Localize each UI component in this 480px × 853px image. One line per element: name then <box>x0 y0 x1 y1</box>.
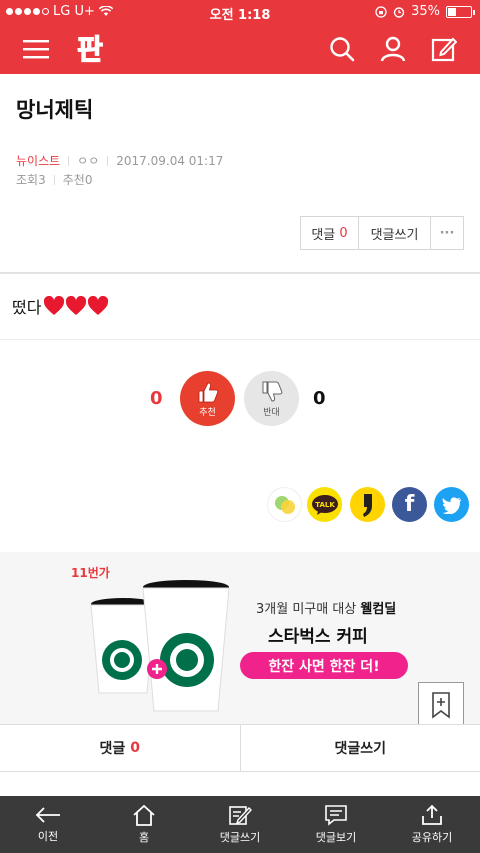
section-divider <box>0 272 480 274</box>
oppose-vote-count: 0 <box>313 388 326 409</box>
category-link[interactable]: 뉴이스트 <box>16 152 60 169</box>
oppose-button[interactable]: 반대 <box>244 371 299 426</box>
write-button[interactable] <box>428 33 460 65</box>
alarm-icon <box>393 6 405 18</box>
search-icon <box>330 37 355 62</box>
more-icon: ··· <box>439 225 455 241</box>
twitter-share-button[interactable] <box>434 487 469 522</box>
heart-icon <box>66 296 87 315</box>
home-button[interactable]: 홈 <box>96 796 192 853</box>
bookmark-add-icon <box>432 692 450 719</box>
oppose-label: 반대 <box>263 407 280 418</box>
app-header: 판 <box>0 24 480 74</box>
heart-emojis <box>43 296 109 316</box>
back-button[interactable]: 이전 <box>0 796 96 853</box>
heart-icon <box>44 296 65 315</box>
comments-button[interactable]: 댓글 0 <box>301 217 359 249</box>
edit-note-icon <box>229 806 252 825</box>
comment-bar: 댓글 0 댓글쓰기 <box>0 724 480 772</box>
kakaotalk-icon: TALK <box>311 494 338 515</box>
heart-icon <box>88 296 109 315</box>
recommend-count: 0 <box>84 173 93 187</box>
kakaotalk-share-button[interactable]: TALK <box>307 487 342 522</box>
kakao-comma-share-button[interactable] <box>350 487 385 522</box>
write-comment-tab[interactable]: 댓글쓰기 <box>241 725 480 771</box>
comma-icon <box>362 493 372 517</box>
bookmark-button[interactable] <box>418 682 464 728</box>
thumbs-down-icon <box>262 381 282 402</box>
comments-count: 0 <box>339 225 348 241</box>
kakaostory-share-button[interactable] <box>267 487 302 522</box>
ad-line1: 3개월 미구매 대상 웰컴딜 <box>256 602 397 617</box>
bottom-toolbar: 이전 홈 댓글쓰기 댓글보기 공유하기 <box>0 796 480 853</box>
twitter-icon <box>442 496 461 514</box>
share-icon <box>422 804 442 825</box>
rotation-lock-icon <box>375 5 387 18</box>
more-button[interactable]: ··· <box>431 217 463 249</box>
article-title: 망너제틱 <box>16 98 94 122</box>
meta-divider <box>68 155 70 166</box>
comments-count: 0 <box>130 740 140 756</box>
svg-text:TALK: TALK <box>315 501 335 509</box>
coffee-cup-large-image <box>142 580 230 712</box>
views-count: 3 <box>38 173 46 187</box>
user-icon <box>380 36 406 62</box>
article-actions: 댓글 0 댓글쓰기 ··· <box>300 216 464 250</box>
write-comment-button[interactable]: 댓글쓰기 <box>359 217 431 249</box>
menu-button[interactable] <box>20 33 52 65</box>
meta-divider <box>53 174 55 185</box>
thumbs-up-icon <box>198 382 218 402</box>
author-name: ㅇㅇ <box>77 154 100 168</box>
meta-divider <box>107 155 109 166</box>
facebook-share-button[interactable]: f <box>392 487 427 522</box>
article-body: 떴다 <box>12 294 109 318</box>
write-comment-toolbar-button[interactable]: 댓글쓰기 <box>192 796 288 853</box>
share-button[interactable]: 공유하기 <box>384 796 480 853</box>
battery-percent: 35% <box>411 4 440 19</box>
menu-icon <box>23 40 49 59</box>
ad-banner[interactable]: 11번가 3개월 미구매 대상 웰컴딜 스타벅스 커피 한잔 사면 한잔 더! <box>0 552 480 724</box>
section-divider <box>0 339 480 340</box>
ad-line2: 스타벅스 커피 <box>268 627 368 647</box>
post-datetime: 2017.09.04 01:17 <box>116 153 224 168</box>
comment-bubble-icon <box>325 805 347 826</box>
recommend-button[interactable]: 추천 <box>180 371 235 426</box>
facebook-icon: f <box>404 492 415 517</box>
recommend-vote-count: 0 <box>150 388 163 409</box>
home-icon <box>133 804 155 826</box>
battery-icon <box>446 5 475 18</box>
recommend-label: 추천 <box>199 407 216 418</box>
write-icon <box>431 37 457 62</box>
pann-logo[interactable]: 판 <box>72 32 108 66</box>
status-bar: LG U+ 오전 1:18 35% <box>0 0 480 24</box>
plus-icon <box>147 659 167 679</box>
comments-tab[interactable]: 댓글 0 <box>0 725 241 771</box>
views-label: 조회 <box>16 173 39 187</box>
profile-button[interactable] <box>377 33 409 65</box>
search-button[interactable] <box>326 33 358 65</box>
recommend-label: 추천 <box>62 173 85 187</box>
back-arrow-icon <box>35 807 60 823</box>
ad-brand: 11번가 <box>71 566 110 580</box>
ad-promo-pill: 한잔 사면 한잔 더! <box>240 652 408 679</box>
svg-text:판: 판 <box>77 33 103 66</box>
article-meta: 뉴이스트 ㅇㅇ 2017.09.04 01:17 <box>16 152 223 169</box>
view-comments-button[interactable]: 댓글보기 <box>288 796 384 853</box>
kakaostory-icon <box>274 495 295 514</box>
article-stats: 조회3 추천0 <box>16 171 92 188</box>
